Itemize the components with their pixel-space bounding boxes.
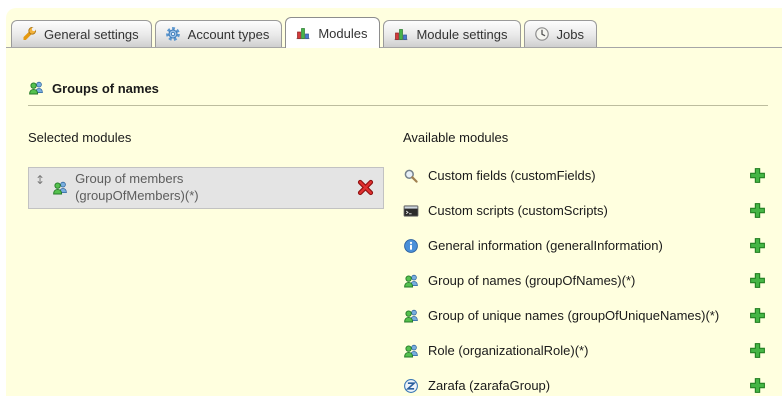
add-module-button[interactable]: [749, 342, 766, 359]
add-module-button[interactable]: [749, 377, 766, 394]
add-module-button[interactable]: [749, 202, 766, 219]
drag-handle-icon[interactable]: ↕: [35, 174, 45, 186]
plus-icon: [749, 342, 766, 359]
tab-modules[interactable]: Modules: [285, 17, 380, 48]
available-module-row: Custom scripts (customScripts): [403, 193, 768, 228]
available-module-label: General information (generalInformation): [428, 238, 740, 253]
page-title: Groups of names: [52, 81, 159, 96]
section-header: Groups of names: [28, 80, 768, 96]
add-module-button[interactable]: [749, 237, 766, 254]
selected-module-row[interactable]: ↕ Group of members (groupOfMembers)(*): [28, 167, 384, 209]
bar-chart-icon: [393, 26, 409, 42]
tab-account-types[interactable]: Account types: [155, 20, 283, 47]
terminal-icon: [403, 203, 419, 219]
add-module-button[interactable]: [749, 167, 766, 184]
modules-tab-content: Groups of names Selected modules ↕: [6, 80, 782, 403]
tab-bar: General settings Account types: [6, 8, 782, 48]
remove-module-button[interactable]: [357, 179, 375, 197]
section-divider: [28, 105, 768, 106]
bar-chart-icon: [295, 25, 311, 41]
tab-label: General settings: [44, 27, 139, 42]
tab-module-settings[interactable]: Module settings: [383, 20, 520, 47]
available-module-label: Zarafa (zarafaGroup): [428, 378, 740, 393]
available-modules-heading: Available modules: [403, 130, 768, 145]
info-icon: [403, 238, 419, 254]
available-module-row: General information (generalInformation): [403, 228, 768, 263]
zarafa-icon: [403, 378, 419, 394]
available-module-row: Group of names (groupOfNames)(*): [403, 263, 768, 298]
tab-label: Modules: [318, 26, 367, 41]
available-module-row: Group of unique names (groupOfUniqueName…: [403, 298, 768, 333]
available-module-row: Zarafa (zarafaGroup): [403, 368, 768, 403]
tab-general-settings[interactable]: General settings: [11, 20, 152, 47]
plus-icon: [749, 202, 766, 219]
plus-icon: [749, 167, 766, 184]
selected-modules-heading: Selected modules: [28, 130, 403, 145]
group-icon: [403, 273, 419, 289]
tab-label: Account types: [188, 27, 270, 42]
selected-module-label: Group of members (groupOfMembers)(*): [75, 171, 237, 205]
available-module-label: Custom fields (customFields): [428, 168, 740, 183]
available-module-row: Role (organizationalRole)(*): [403, 333, 768, 368]
group-icon: [403, 343, 419, 359]
magnifier-icon: [403, 168, 419, 184]
available-module-label: Role (organizationalRole)(*): [428, 343, 740, 358]
tab-jobs[interactable]: Jobs: [524, 20, 597, 47]
delete-icon: [357, 179, 375, 196]
plus-icon: [749, 237, 766, 254]
wrench-icon: [21, 26, 37, 42]
selected-modules-column: Selected modules ↕ Group of members (gro…: [28, 130, 403, 403]
available-module-label: Group of unique names (groupOfUniqueName…: [428, 308, 740, 323]
group-icon: [403, 308, 419, 324]
plus-icon: [749, 307, 766, 324]
gear-icon: [165, 26, 181, 42]
group-icon: [52, 180, 68, 196]
tab-label: Module settings: [416, 27, 507, 42]
settings-panel: General settings Account types: [6, 8, 782, 396]
available-module-label: Group of names (groupOfNames)(*): [428, 273, 740, 288]
clock-icon: [534, 26, 550, 42]
add-module-button[interactable]: [749, 307, 766, 324]
available-modules-column: Available modules Custom fields (customF…: [403, 130, 768, 403]
available-module-row: Custom fields (customFields): [403, 158, 768, 193]
add-module-button[interactable]: [749, 272, 766, 289]
tab-label: Jobs: [557, 27, 584, 42]
available-module-label: Custom scripts (customScripts): [428, 203, 740, 218]
group-icon: [28, 80, 44, 96]
plus-icon: [749, 377, 766, 394]
plus-icon: [749, 272, 766, 289]
